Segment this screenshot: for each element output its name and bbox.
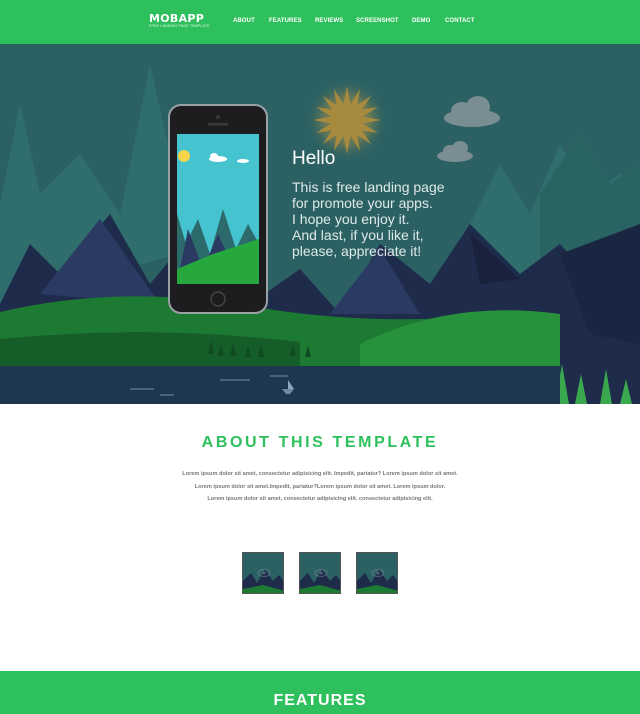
nav-item-about[interactable]: ABOUT [233,18,255,24]
about-section-title: ABOUT THIS TEMPLATE [201,434,439,451]
features-section-title: FEATURES [273,692,367,709]
hero-line: This is free landing page [292,179,445,195]
about-paragraph-line: Lorem ipsum dolor sit amet.Impedit, pari… [194,483,446,490]
phone-mockup [168,104,268,314]
nav-item-demo[interactable]: DEMO [412,18,430,24]
hero-title: Hello [292,148,336,169]
thumbnail[interactable] [356,552,398,594]
nav-item-features[interactable]: FEATURES [269,18,302,24]
hero-copy: Hello This is free landing page for prom… [292,148,445,259]
hero-line: for promote your apps. [292,195,433,211]
thumbnail[interactable] [242,552,284,594]
about-paragraph-line: Lorem ipsum dolor sit amet, consectetur … [207,496,433,502]
about-description: Lorem ipsum dolor sit amet, consectetur … [0,468,640,506]
hero-line: I hope you enjoy it. [292,211,410,227]
logo-title: MOBAPP [149,12,205,25]
thumbnail[interactable] [299,552,341,594]
nav-item-contact[interactable]: CONTACT [445,18,475,24]
hero-line: please, appreciate it! [292,243,422,259]
logo[interactable]: MOBAPP FREE LANDING PAGE TEMPLATE [149,13,210,29]
features-section: FEATURES [0,671,640,714]
top-navbar: MOBAPP FREE LANDING PAGE TEMPLATE ABOUT … [0,0,640,44]
hero-section: Hello This is free landing page for prom… [0,44,640,404]
logo-subtitle: FREE LANDING PAGE TEMPLATE [149,24,210,28]
hero-line: And last, if you like it, [292,227,424,243]
about-paragraph-line: Lorem ipsum dolor sit amet, consectetur … [182,471,458,477]
nav-item-reviews[interactable]: REVIEWS [315,18,343,24]
nav-item-screenshot[interactable]: SCREENSHOT [356,18,399,24]
